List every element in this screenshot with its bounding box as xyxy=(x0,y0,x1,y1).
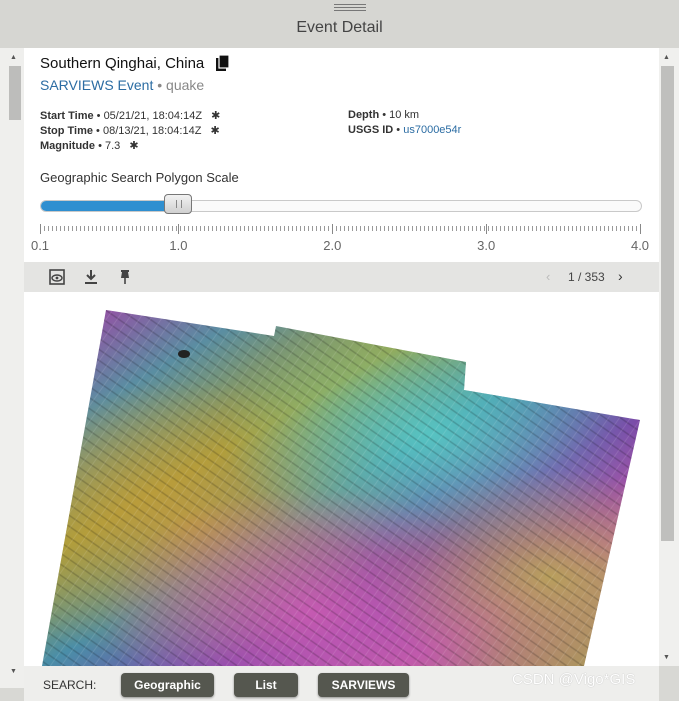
stop-time-value: • 08/13/21, 18:04:14Z xyxy=(96,125,202,137)
scale-label: Geographic Search Polygon Scale xyxy=(40,170,239,185)
sarviews-search-button[interactable]: SARVIEWS xyxy=(318,673,409,697)
gear-icon[interactable]: ✱ xyxy=(211,124,220,137)
magnitude-label: Magnitude xyxy=(40,140,95,152)
scroll-down-arrow-icon[interactable]: ▼ xyxy=(10,668,17,676)
scale-tick-label: 3.0 xyxy=(477,238,496,253)
scale-tick-label: 1.0 xyxy=(169,238,188,253)
scale-slider-fill xyxy=(41,201,180,211)
magnitude-value: • 7.3 xyxy=(98,140,121,152)
stop-time-row: Stop Time • 08/13/21, 18:04:14Z ✱ xyxy=(40,124,220,137)
usgs-id-label: USGS ID xyxy=(348,124,394,136)
usgs-id-link[interactable]: us7000e54r xyxy=(403,124,461,136)
drag-handle-icon[interactable] xyxy=(334,4,366,13)
scroll-thumb[interactable] xyxy=(9,66,21,120)
scale-major-tick xyxy=(332,224,334,234)
pin-icon[interactable] xyxy=(117,269,133,285)
preview-icon[interactable] xyxy=(49,269,65,285)
panel-header: Event Detail xyxy=(0,0,679,49)
scroll-up-arrow-icon[interactable]: ▲ xyxy=(663,54,670,62)
interferogram-image xyxy=(24,292,659,666)
right-scrollbar[interactable]: ▲ ▼ xyxy=(659,48,679,666)
depth-label: Depth xyxy=(348,109,380,121)
pager-text: 1 / 353 xyxy=(568,270,605,284)
scale-slider-track[interactable] xyxy=(40,200,642,212)
list-search-button[interactable]: List xyxy=(234,673,298,697)
usgs-id-row: USGS ID • us7000e54r xyxy=(348,124,461,136)
pager-prev-icon[interactable]: ‹ xyxy=(546,269,550,284)
event-category: quake xyxy=(166,77,205,93)
scale-slider-handle[interactable] xyxy=(164,194,193,214)
sarviews-event-link[interactable]: SARVIEWS Event xyxy=(40,77,153,93)
event-subtitle: SARVIEWS Event • quake xyxy=(40,77,204,93)
image-toolbar: ‹ 1 / 353 › xyxy=(24,262,659,292)
scale-major-tick xyxy=(640,224,641,234)
scale-ticks xyxy=(40,224,641,234)
scale-major-tick xyxy=(486,224,488,234)
pager-next-icon[interactable]: › xyxy=(618,268,623,284)
gear-icon[interactable]: ✱ xyxy=(211,109,220,122)
scale-major-tick xyxy=(178,224,180,234)
scroll-up-arrow-icon[interactable]: ▲ xyxy=(10,54,17,62)
page-title: Event Detail xyxy=(296,19,383,36)
left-scrollbar[interactable]: ▲ ▼ xyxy=(0,48,24,688)
event-detail-panel: Southern Qinghai, China SARVIEWS Event •… xyxy=(24,48,659,666)
scroll-down-arrow-icon[interactable]: ▼ xyxy=(663,654,670,662)
start-time-value: • 05/21/21, 18:04:14Z xyxy=(96,110,203,122)
scale-tick-label: 4.0 xyxy=(630,238,650,253)
interferogram-footprint xyxy=(42,310,640,666)
search-label: SEARCH: xyxy=(43,678,97,692)
stop-time-label: Stop Time xyxy=(40,125,93,137)
download-icon[interactable] xyxy=(83,269,99,285)
event-name: Southern Qinghai, China xyxy=(40,55,205,72)
magnitude-row: Magnitude • 7.3 ✱ xyxy=(40,139,139,152)
depth-value: • 10 km xyxy=(382,109,420,121)
start-time-row: Start Time • 05/21/21, 18:04:14Z ✱ xyxy=(40,109,220,122)
watermark: CSDN @Vigo*GIS xyxy=(512,671,636,688)
depth-row: Depth • 10 km xyxy=(348,109,419,121)
gear-icon[interactable]: ✱ xyxy=(129,139,138,152)
subtitle-separator: • xyxy=(157,77,163,93)
scale-tick-label: 0.1 xyxy=(30,238,50,253)
start-time-label: Start Time xyxy=(40,110,94,122)
scale-tick-label: 2.0 xyxy=(323,238,342,253)
geographic-search-button[interactable]: Geographic xyxy=(121,673,214,697)
scale-major-tick xyxy=(40,224,41,234)
scroll-thumb[interactable] xyxy=(661,66,674,541)
copy-icon[interactable] xyxy=(215,54,231,72)
